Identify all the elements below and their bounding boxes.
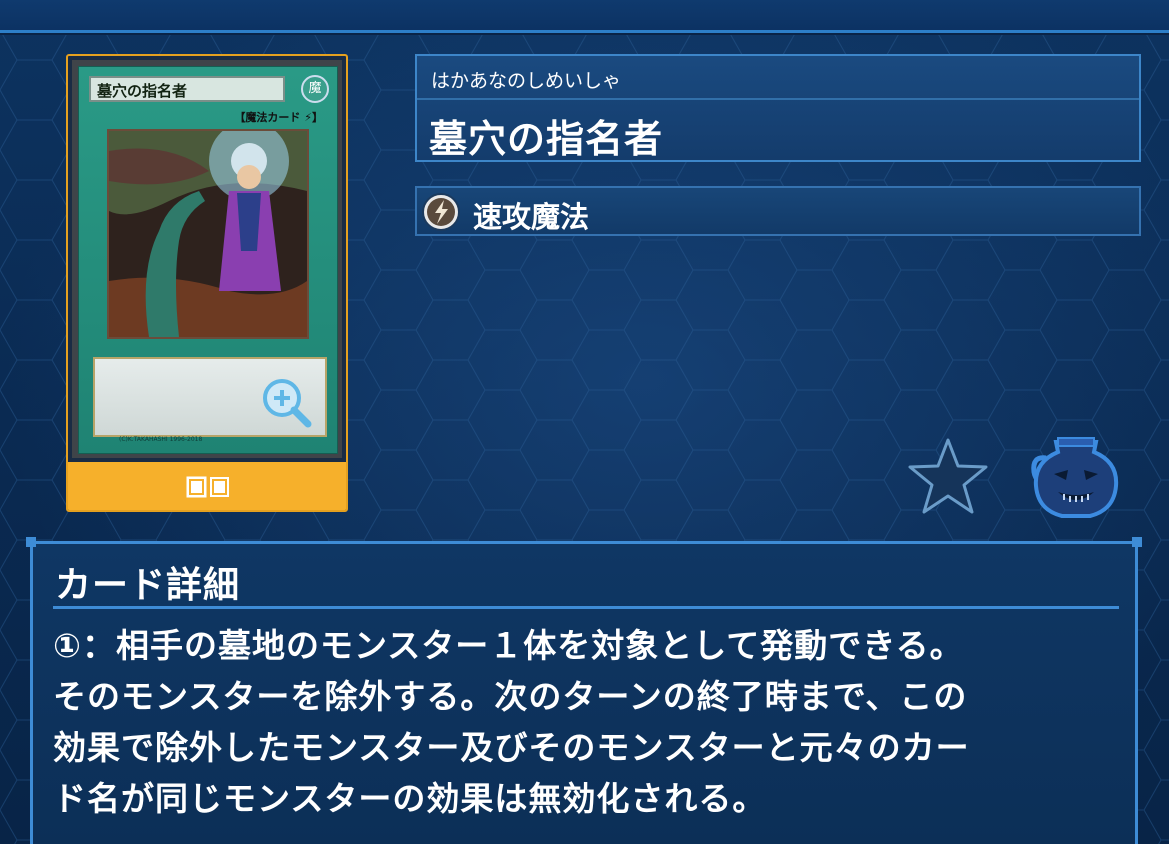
panel-corner bbox=[1132, 537, 1142, 547]
quick-play-spell-icon bbox=[422, 193, 460, 231]
card-face-title: 墓穴の指名者 bbox=[89, 76, 285, 102]
card-type-panel: 速攻魔法 bbox=[415, 186, 1141, 236]
card-face-type-line: 【魔法カード ⚡】 bbox=[234, 111, 323, 124]
card-name-panel: はかあなのしめいしゃ 墓穴の指名者 bbox=[415, 54, 1141, 162]
panel-corner bbox=[26, 537, 36, 547]
effect-line: ド名が同じモンスターの効果は無効化される。 bbox=[53, 779, 767, 818]
card-count-icon bbox=[186, 476, 229, 498]
card-artwork bbox=[107, 129, 309, 339]
top-bar bbox=[0, 0, 1169, 33]
card-art-border: 墓穴の指名者 魔 【魔法カード ⚡】 (C)K.TAKAHASHI 1996-2… bbox=[72, 60, 342, 458]
detail-divider bbox=[53, 606, 1119, 609]
card-text-box bbox=[93, 357, 327, 437]
effect-line: ①：相手の墓地のモンスター１体を対象として発動できる。 bbox=[53, 626, 964, 665]
card-name-reading: はかあなのしめいしゃ bbox=[431, 70, 622, 92]
name-divider bbox=[417, 98, 1139, 100]
effect-line: 効果で除外したモンスター及びそのモンスターと元々のカー bbox=[53, 728, 970, 767]
card-copyright: (C)K.TAKAHASHI 1996-2018 bbox=[119, 436, 203, 443]
card-effect-text: ①：相手の墓地のモンスター１体を対象として発動できる。 そのモンスターを除外する… bbox=[53, 620, 1121, 824]
card-count-bar bbox=[68, 462, 346, 510]
card-image[interactable]: 墓穴の指名者 魔 【魔法カード ⚡】 (C)K.TAKAHASHI 1996-2… bbox=[66, 54, 348, 512]
star-icon[interactable] bbox=[906, 436, 990, 516]
card-detail-heading: カード詳細 bbox=[55, 565, 241, 606]
pot-icon[interactable] bbox=[1028, 434, 1124, 520]
effect-line: そのモンスターを除外する。次のターンの終了時まで、この bbox=[53, 677, 968, 716]
card-face: 墓穴の指名者 魔 【魔法カード ⚡】 (C)K.TAKAHASHI 1996-2… bbox=[78, 66, 338, 454]
zoom-in-icon[interactable] bbox=[261, 377, 313, 429]
attribute-icon: 魔 bbox=[301, 75, 329, 103]
card-type-label: 速攻魔法 bbox=[473, 200, 590, 234]
card-detail-panel: カード詳細 ①：相手の墓地のモンスター１体を対象として発動できる。 そのモンスタ… bbox=[26, 537, 1142, 844]
artwork-illustration bbox=[109, 131, 307, 337]
card-name: 墓穴の指名者 bbox=[429, 117, 664, 161]
